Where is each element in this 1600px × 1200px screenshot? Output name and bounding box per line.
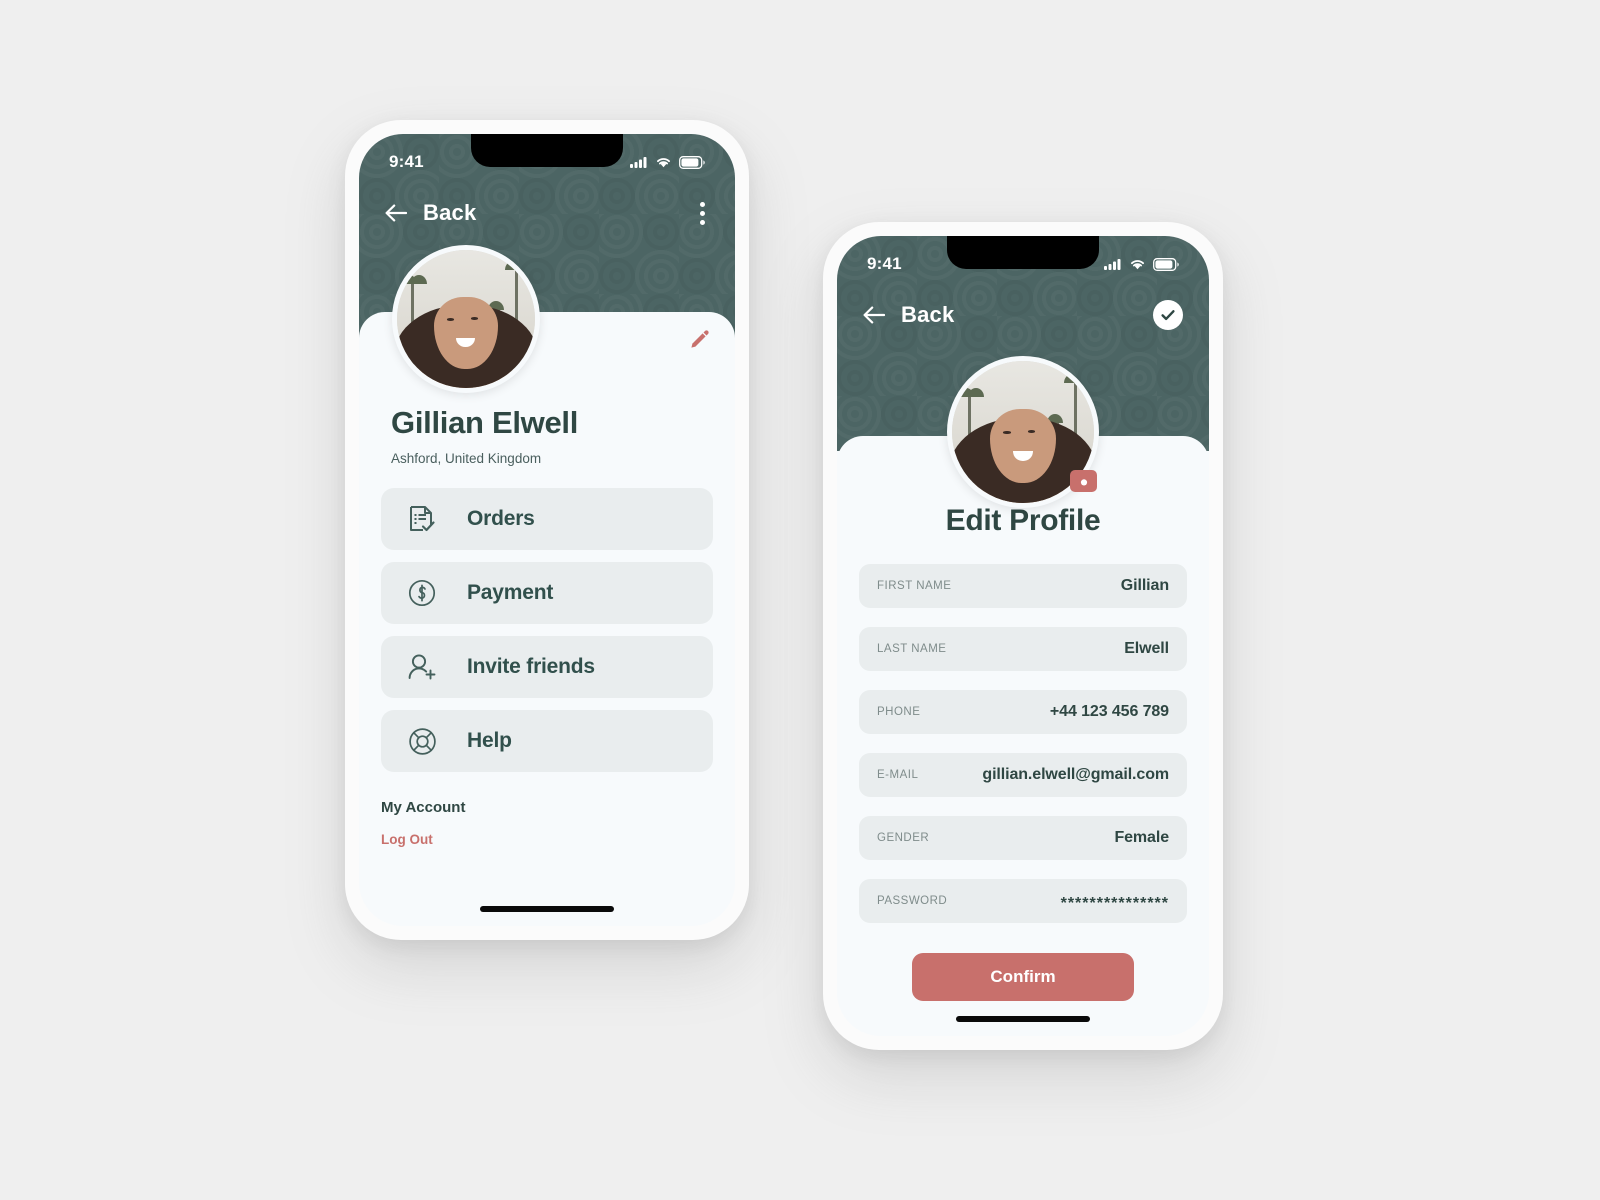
field-last-name[interactable]: LAST NAME Elwell xyxy=(859,627,1187,671)
wifi-icon xyxy=(657,158,670,168)
field-label: PHONE xyxy=(877,706,921,718)
back-button[interactable]: Back xyxy=(863,302,954,328)
menu-item-orders[interactable]: Orders xyxy=(381,488,713,550)
profile-location: Ashford, United Kingdom xyxy=(391,451,542,466)
logout-link[interactable]: Log Out xyxy=(381,832,433,847)
cellular-signal-icon xyxy=(630,157,647,168)
photo-smile xyxy=(456,337,476,348)
cellular-signal-icon xyxy=(1104,259,1121,270)
field-value: *************** xyxy=(1060,895,1169,912)
lifebuoy-icon xyxy=(399,727,445,756)
field-value: Gillian xyxy=(1120,577,1169,594)
field-email[interactable]: E-MAIL gillian.elwell@gmail.com xyxy=(859,753,1187,797)
field-value: +44 123 456 789 xyxy=(1049,703,1169,720)
menu-item-payment[interactable]: Payment xyxy=(381,562,713,624)
kebab-dot xyxy=(700,210,705,216)
battery-icon xyxy=(1153,257,1179,271)
arrow-left-icon xyxy=(385,204,407,222)
home-indicator xyxy=(480,906,614,912)
check-glyph-icon xyxy=(1161,310,1175,321)
kebab-dot xyxy=(700,219,705,225)
dollar-circle-icon xyxy=(399,579,445,607)
check-circle-icon[interactable] xyxy=(1153,300,1183,330)
photo-smile xyxy=(1013,451,1033,461)
page-title: Gillian Elwell xyxy=(391,405,579,440)
avatar-photo xyxy=(397,250,535,388)
field-value: Female xyxy=(1114,829,1169,846)
field-label: GENDER xyxy=(877,832,930,844)
status-icon-group xyxy=(630,155,705,169)
device-notch xyxy=(947,236,1099,269)
field-gender[interactable]: GENDER Female xyxy=(859,816,1187,860)
kebab-menu-icon[interactable] xyxy=(696,198,709,229)
field-label: E-MAIL xyxy=(877,769,919,781)
wifi-icon xyxy=(1131,260,1144,270)
back-label: Back xyxy=(901,302,955,327)
back-label: Back xyxy=(423,200,477,225)
photo-brow xyxy=(1003,431,1011,435)
edit-profile-button[interactable] xyxy=(689,330,709,355)
navigation-bar: Back xyxy=(837,290,1209,340)
menu-item-help[interactable]: Help xyxy=(381,710,713,772)
field-first-name[interactable]: FIRST NAME Gillian xyxy=(859,564,1187,608)
menu-item-label: Payment xyxy=(467,581,554,604)
pencil-icon xyxy=(691,330,709,348)
profile-screen: 9:41 Back Gillian Elwell Ashford, United… xyxy=(359,134,735,926)
kebab-dot xyxy=(700,201,705,207)
field-label: LAST NAME xyxy=(877,643,947,655)
avatar[interactable] xyxy=(392,245,540,393)
field-phone[interactable]: PHONE +44 123 456 789 xyxy=(859,690,1187,734)
navigation-bar: Back xyxy=(359,188,735,238)
page-title: Edit Profile xyxy=(945,504,1101,537)
device-notch xyxy=(471,134,623,167)
menu-item-label: Orders xyxy=(467,507,535,530)
document-check-icon xyxy=(399,505,445,534)
menu-item-label: Help xyxy=(467,729,512,752)
battery-icon xyxy=(679,155,705,169)
field-label: FIRST NAME xyxy=(877,580,952,592)
phone-device-profile: 9:41 Back Gillian Elwell Ashford, United… xyxy=(345,120,749,940)
camera-glyph-icon xyxy=(1075,474,1092,488)
field-value: gillian.elwell@gmail.com xyxy=(982,766,1169,783)
field-password[interactable]: PASSWORD *************** xyxy=(859,879,1187,923)
home-indicator xyxy=(956,1016,1090,1022)
photo-brow xyxy=(471,317,479,320)
phone-device-edit-profile: 9:41 Back Edit Profile FIRST NAME Gillia… xyxy=(823,222,1223,1050)
status-icon-group xyxy=(1104,257,1179,271)
menu-item-label: Invite friends xyxy=(467,655,595,678)
confirm-button[interactable]: Confirm xyxy=(912,953,1134,1001)
edit-profile-screen: 9:41 Back Edit Profile FIRST NAME Gillia… xyxy=(837,236,1209,1036)
user-plus-icon xyxy=(399,653,445,681)
arrow-left-icon xyxy=(863,306,885,324)
camera-icon[interactable] xyxy=(1070,470,1097,492)
photo-brow xyxy=(446,318,454,321)
account-menu-list: Orders Payment Invite friends Help xyxy=(381,488,713,784)
status-time: 9:41 xyxy=(867,254,902,273)
photo-brow xyxy=(1028,429,1036,433)
account-section-heading: My Account xyxy=(381,799,466,816)
status-time: 9:41 xyxy=(389,152,424,171)
field-value: Elwell xyxy=(1124,640,1169,657)
menu-item-invite-friends[interactable]: Invite friends xyxy=(381,636,713,698)
back-button[interactable]: Back xyxy=(385,200,476,226)
edit-profile-form: FIRST NAME Gillian LAST NAME Elwell PHON… xyxy=(859,564,1187,942)
field-label: PASSWORD xyxy=(877,895,948,907)
